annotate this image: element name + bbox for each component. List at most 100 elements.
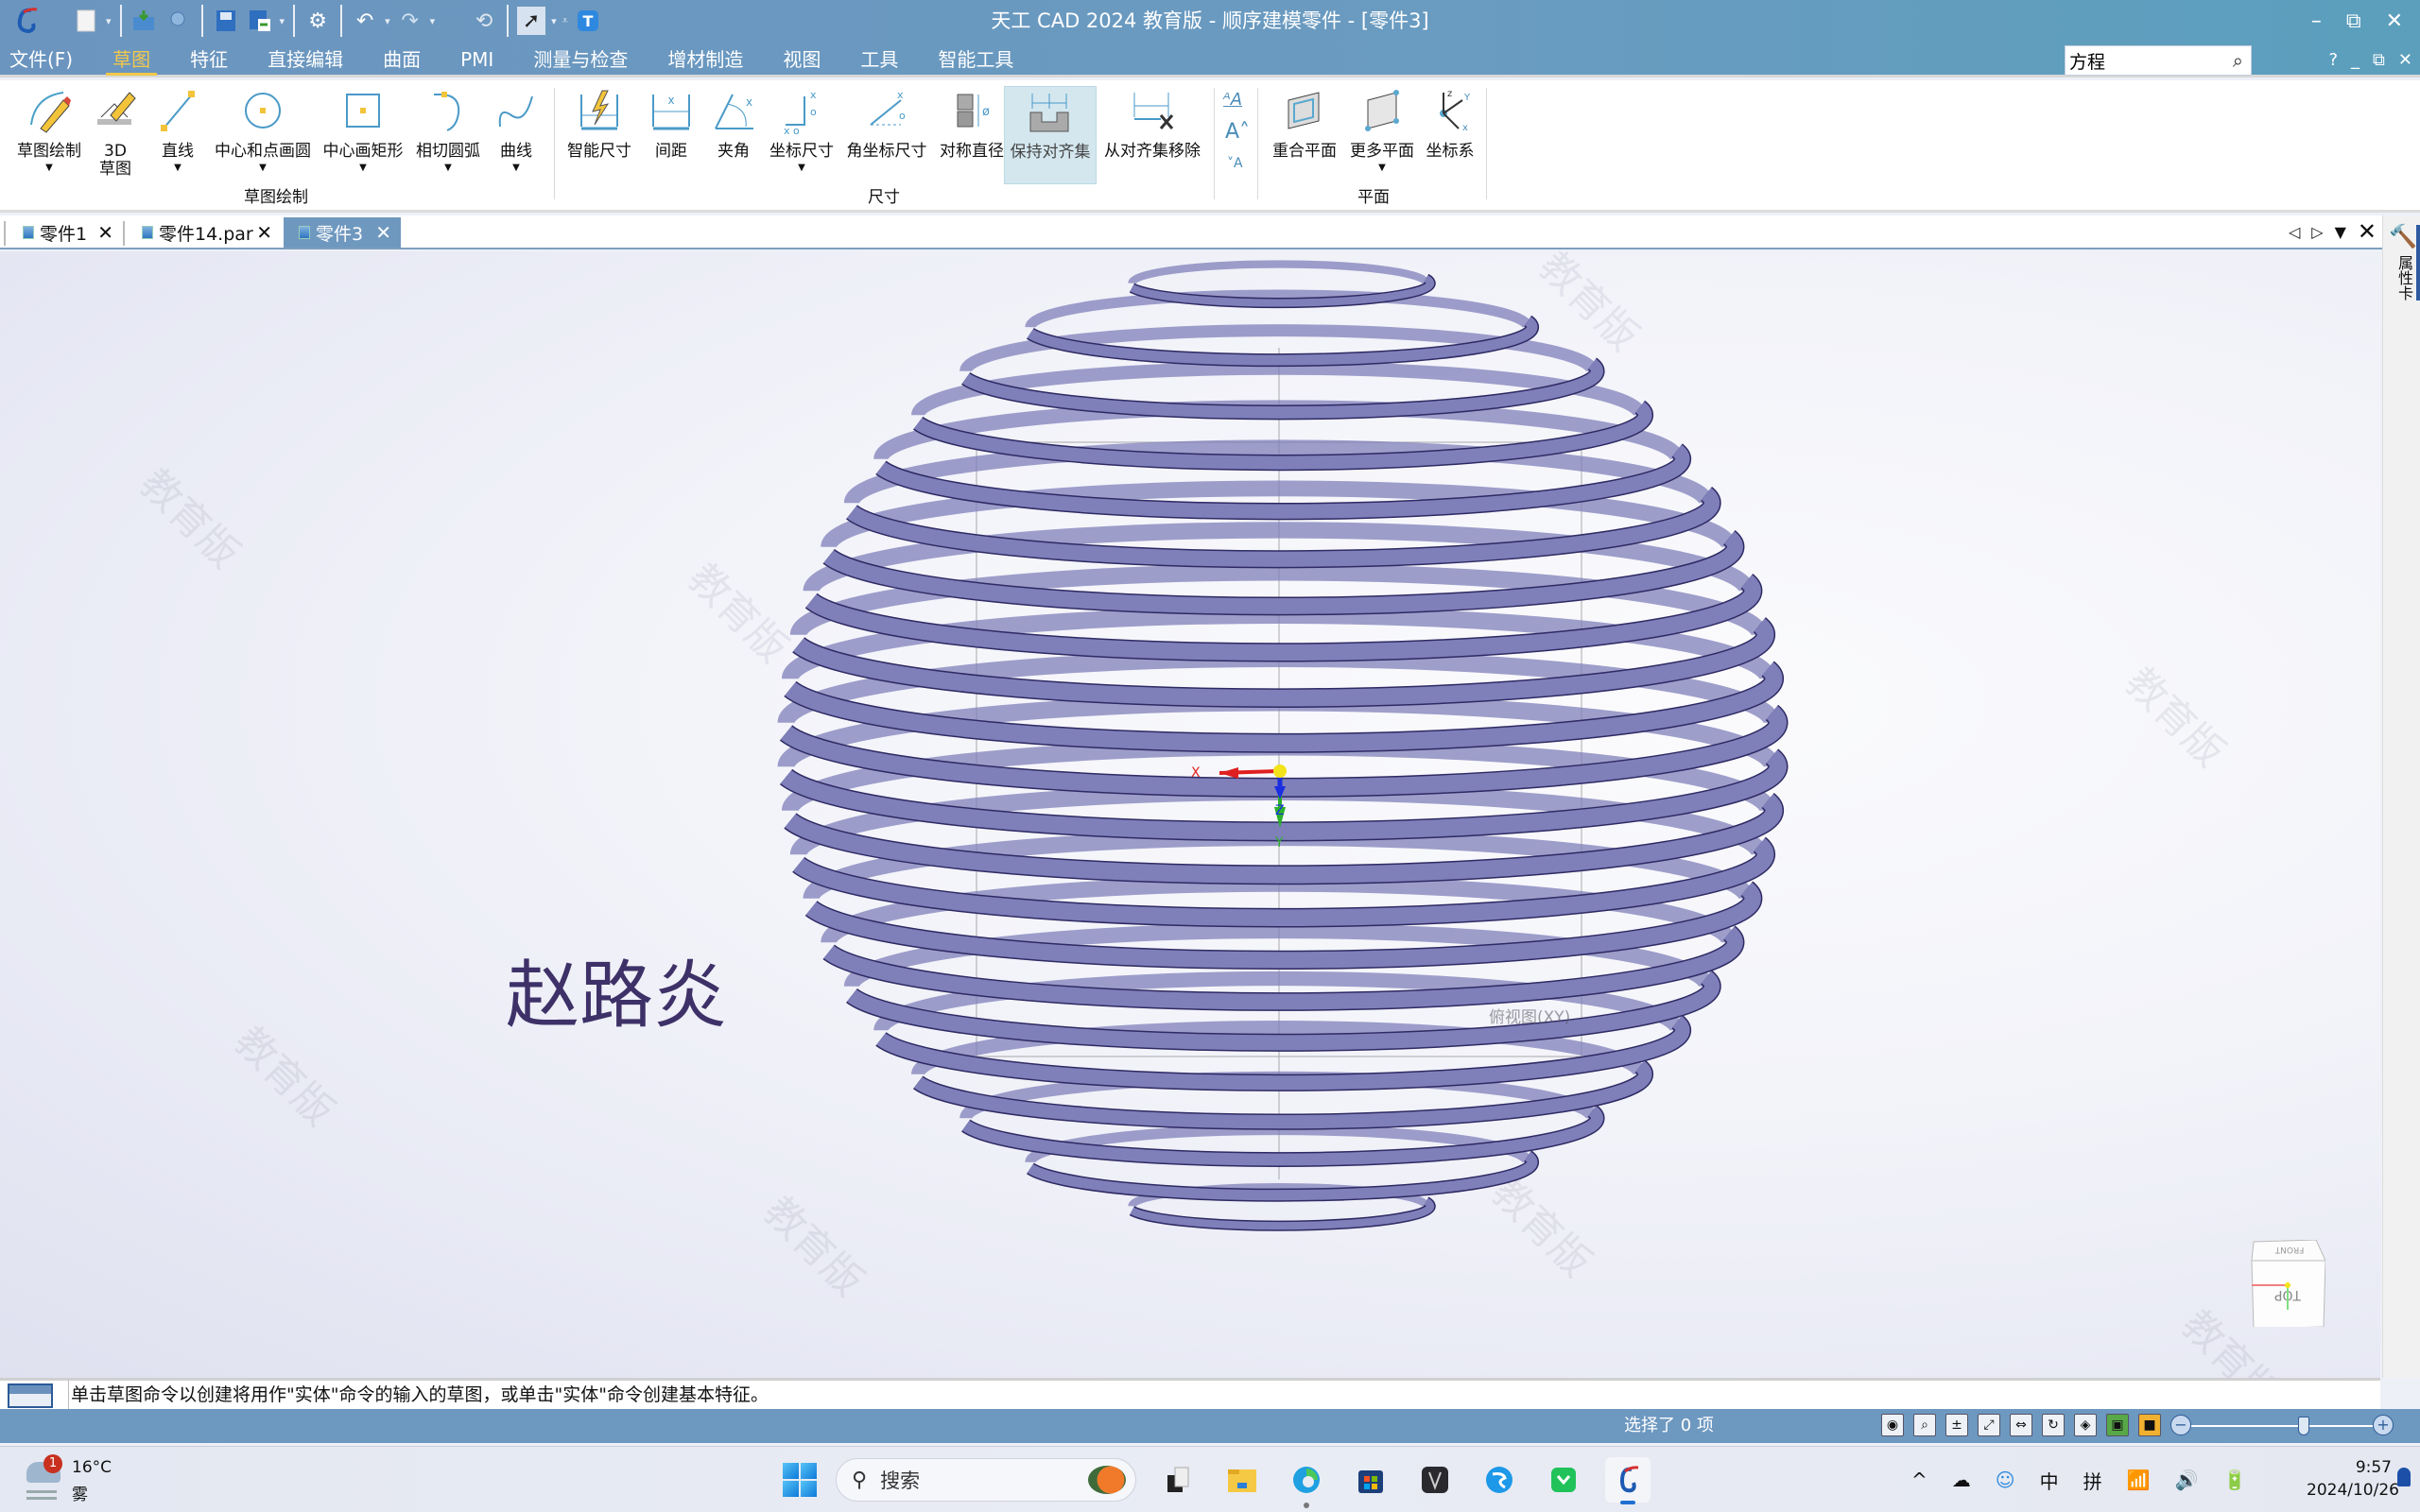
game-app-icon[interactable]	[1412, 1457, 1458, 1503]
tab-scroll-right-icon[interactable]: ▷	[2311, 223, 2323, 241]
save-as-dropdown[interactable]: ▾	[280, 15, 285, 27]
menu-tab-tools[interactable]: 工具	[840, 42, 918, 77]
menu-tab-feature[interactable]: 特征	[170, 42, 248, 77]
property-card-panel[interactable]: 🔨 属性卡	[2382, 215, 2420, 1378]
menu-tab-surface[interactable]: 曲面	[363, 42, 441, 77]
doc-minimize-icon[interactable]: _	[2351, 50, 2360, 70]
view-orient-icon[interactable]: ◈	[2074, 1414, 2097, 1436]
curve-button[interactable]: 曲线 ▼	[490, 86, 543, 173]
coordinate-dimension-button[interactable]: xox o 坐标尺寸 ▼	[764, 86, 839, 173]
3d-viewport[interactable]: 教育版 教育版 教育版 教育版 教育版 教育版 教育版 教育版 赵路炎 俯视图(…	[0, 251, 2380, 1378]
text-style-icon[interactable]: ᴬA	[1223, 90, 1242, 110]
browser-icon[interactable]	[1477, 1457, 1522, 1503]
menu-tab-smart-tools[interactable]: 智能工具	[918, 42, 1033, 77]
rotate-icon[interactable]: ↻	[2042, 1414, 2065, 1436]
menu-file[interactable]: 文件(F)	[0, 42, 93, 77]
tab-close-icon[interactable]: ✕	[256, 221, 272, 244]
circle-center-point-button[interactable]: 中心和点画圆 ▼	[210, 86, 316, 173]
doc-restore-icon[interactable]: ⧉	[2373, 50, 2385, 70]
zoom-slider-thumb[interactable]	[2298, 1417, 2310, 1435]
close-all-tabs-icon[interactable]: ✕	[2358, 218, 2377, 245]
tab-part3[interactable]: 零件3 ✕	[284, 217, 401, 248]
tab-list-icon[interactable]: ▼	[2335, 223, 2346, 241]
wifi-icon[interactable]: 📶	[2127, 1469, 2151, 1491]
minimize-icon[interactable]: –	[2311, 9, 2322, 33]
sketch-button[interactable]: 草图绘制 ▼	[13, 86, 85, 173]
pan-icon[interactable]: ⇔	[2010, 1414, 2032, 1436]
repeat-icon[interactable]: ⟲	[470, 7, 498, 35]
help-icon[interactable]: ?	[2328, 50, 2338, 70]
restore-icon[interactable]: ⧉	[2346, 9, 2361, 33]
green-app-icon[interactable]	[1541, 1457, 1586, 1503]
font-decrease-icon[interactable]: ˅A	[1227, 156, 1243, 171]
file-explorer-icon[interactable]	[1219, 1457, 1265, 1503]
start-button[interactable]	[783, 1463, 817, 1497]
volume-icon[interactable]: 🔊	[2175, 1469, 2199, 1491]
command-search[interactable]: ⌕	[2065, 45, 2252, 76]
select-dropdown[interactable]: ▾	[551, 15, 557, 27]
onedrive-icon[interactable]: ☁	[1952, 1469, 1971, 1491]
text-t-icon[interactable]: T	[574, 7, 602, 35]
redo-icon[interactable]: ↷	[396, 7, 424, 35]
coordinate-system-button[interactable]: zYx 坐标系	[1420, 86, 1480, 161]
menu-tab-measure[interactable]: 测量与检查	[513, 42, 648, 77]
camera-icon[interactable]: ◉	[1881, 1414, 1904, 1436]
app-logo-icon[interactable]	[12, 7, 41, 35]
tab-close-icon[interactable]: ✕	[97, 221, 113, 244]
ime-pinyin-icon[interactable]: 拼	[2083, 1467, 2102, 1494]
system-clock[interactable]: 9:57 2024/10/26	[2307, 1456, 2399, 1502]
doc-close-icon[interactable]: ✕	[2398, 50, 2412, 70]
tangent-arc-button[interactable]: 相切圆弧 ▼	[410, 86, 486, 173]
menu-tab-additive[interactable]: 增材制造	[648, 42, 763, 77]
menu-tab-pmi[interactable]: PMI	[441, 42, 513, 77]
tab-scroll-left-icon[interactable]: ◁	[2289, 223, 2300, 241]
color-style-icon[interactable]: ■	[2138, 1414, 2161, 1436]
view-cube[interactable]: FRONT TOP	[2248, 1240, 2325, 1327]
search-icon[interactable]: ⌕	[2233, 49, 2243, 72]
store-icon[interactable]	[1348, 1457, 1393, 1503]
line-button[interactable]: 直线 ▼	[151, 86, 204, 173]
3d-sketch-button[interactable]: 3D 草图	[89, 86, 142, 179]
close-icon[interactable]: ✕	[2386, 9, 2403, 33]
keep-align-set-button[interactable]: 保持对齐集	[1004, 86, 1097, 184]
smart-dimension-button[interactable]: 智能尺寸	[562, 86, 637, 161]
weather-widget[interactable]: 1 16°C 雾	[26, 1454, 130, 1505]
settings-icon[interactable]: ⚙	[303, 7, 332, 35]
customize-toolbar-icon[interactable]: ⩡	[562, 14, 568, 27]
save-as-icon[interactable]	[246, 7, 274, 35]
undo-icon[interactable]: ↶	[351, 7, 379, 35]
select-pointer-icon[interactable]: ➚	[517, 7, 546, 35]
tab-part14[interactable]: 零件14.par ✕	[127, 217, 282, 248]
coincident-plane-button[interactable]: 重合平面	[1267, 86, 1342, 161]
new-file-dropdown[interactable]: ▾	[106, 15, 112, 27]
zoom-icon[interactable]: ±	[1945, 1414, 1968, 1436]
tray-app-icon[interactable]: ☺	[1996, 1469, 2015, 1491]
menu-tab-view[interactable]: 视图	[763, 42, 840, 77]
menu-tab-direct-edit[interactable]: 直接编辑	[248, 42, 363, 77]
zoom-slider[interactable]: − +	[2170, 1415, 2394, 1437]
tray-overflow-icon[interactable]: ^	[1911, 1469, 1927, 1491]
redo-dropdown[interactable]: ▾	[430, 15, 436, 27]
distance-button[interactable]: x 间距	[645, 86, 698, 161]
remove-align-set-button[interactable]: 从对齐集移除	[1100, 86, 1204, 161]
more-planes-button[interactable]: 更多平面 ▼	[1344, 86, 1420, 173]
render-style-icon[interactable]: ▣	[2106, 1414, 2129, 1436]
tab-close-icon[interactable]: ✕	[375, 221, 391, 244]
notification-bell-icon[interactable]	[2397, 1468, 2411, 1486]
prompt-window-icon[interactable]	[8, 1383, 53, 1408]
center-rectangle-button[interactable]: 中心画矩形 ▼	[320, 86, 406, 173]
edge-icon[interactable]	[1284, 1457, 1329, 1508]
font-increase-icon[interactable]: A˄	[1225, 120, 1250, 144]
new-file-icon[interactable]	[72, 7, 100, 35]
fit-view-icon[interactable]: ⤢	[1978, 1414, 2000, 1436]
tab-part1[interactable]: 零件1 ✕	[8, 217, 123, 248]
angle-button[interactable]: x 夹角	[707, 86, 760, 161]
ime-chinese-icon[interactable]: 中	[2040, 1467, 2059, 1494]
tiangong-cad-icon[interactable]	[1605, 1457, 1651, 1504]
symmetric-diameter-button[interactable]: ø 对称直径	[932, 86, 1011, 161]
angular-coordinate-button[interactable]: xo 角坐标尺寸	[841, 86, 932, 161]
zoom-in-icon[interactable]: +	[2373, 1415, 2394, 1435]
zoom-out-icon[interactable]: −	[2170, 1415, 2191, 1435]
menu-tab-sketch[interactable]: 草图	[93, 42, 170, 77]
save-icon[interactable]	[212, 7, 240, 35]
